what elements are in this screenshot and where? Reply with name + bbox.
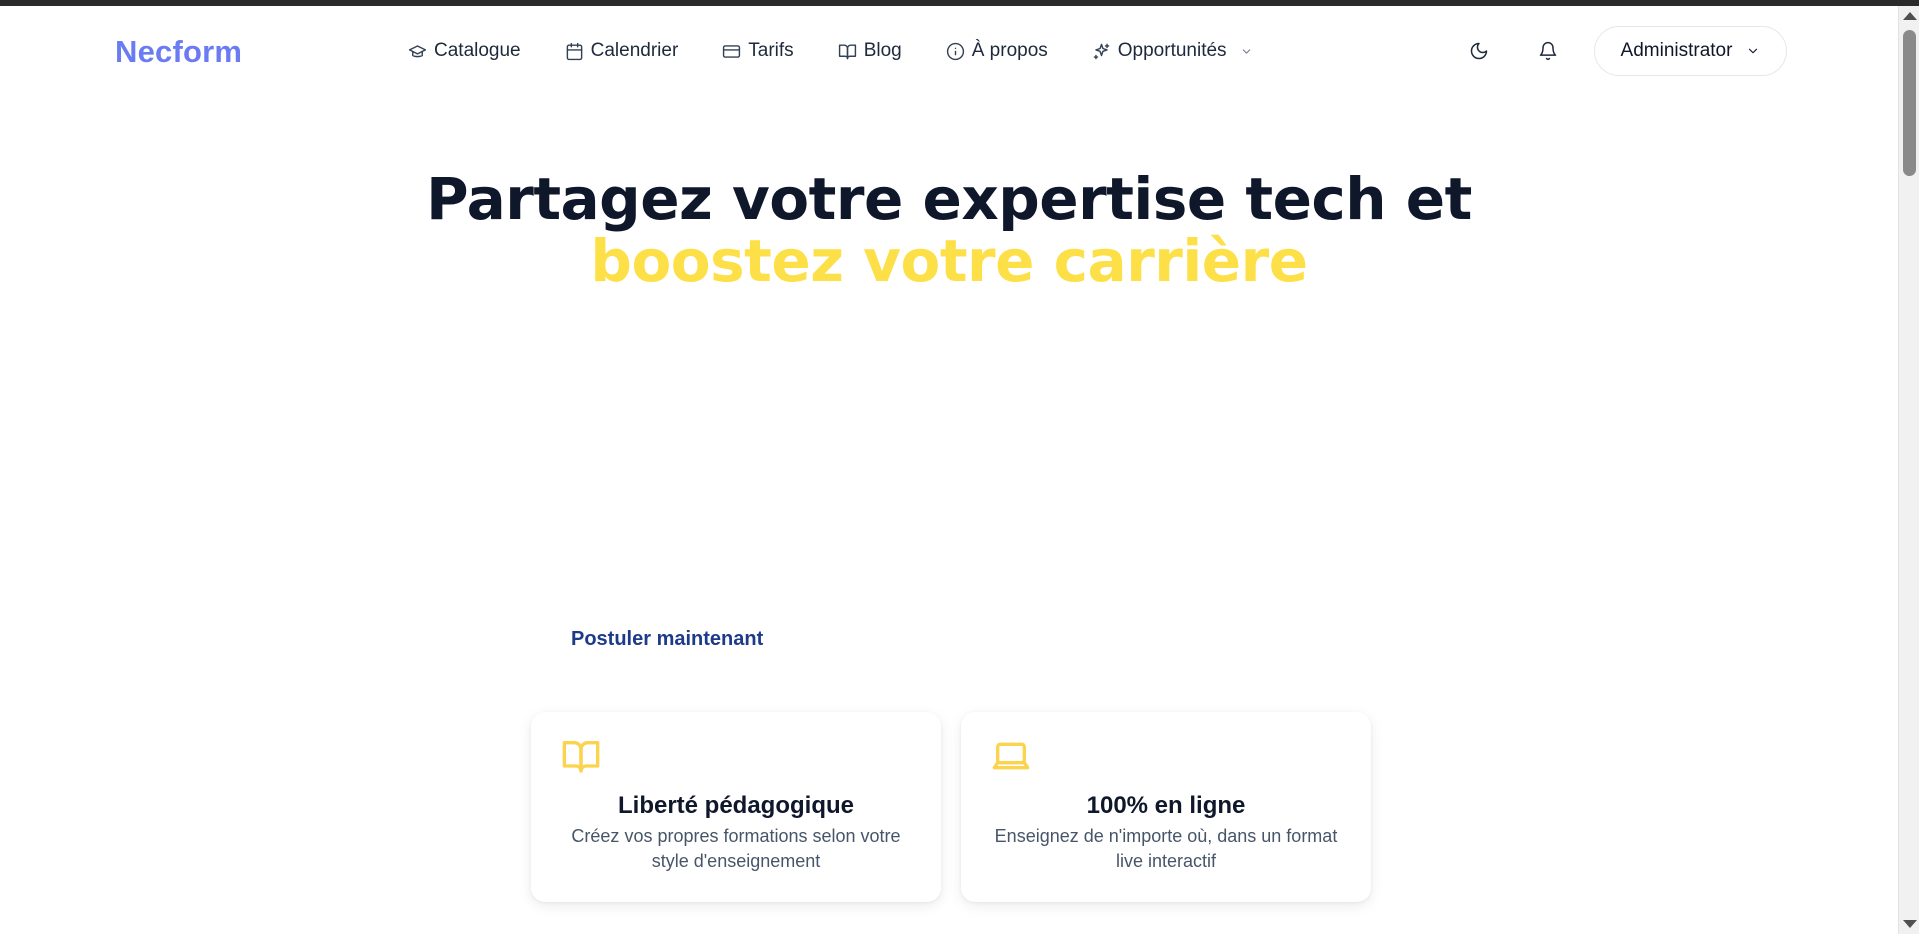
moon-icon xyxy=(1470,42,1488,60)
scrollbar-thumb[interactable] xyxy=(1903,30,1916,176)
nav-item-opportunites[interactable]: Opportunités xyxy=(1092,40,1253,62)
feature-card-pedagogique: Liberté pédagogique Créez vos propres fo… xyxy=(531,712,941,902)
hero-title: Partagez votre expertise tech et boostez… xyxy=(0,168,1898,292)
chevron-down-icon xyxy=(1749,48,1758,54)
chevron-down-icon xyxy=(1242,48,1250,54)
calendar-icon xyxy=(566,42,582,60)
laptop-icon xyxy=(991,736,1031,776)
nav-item-label: Catalogue xyxy=(434,40,521,61)
page-scrollbar[interactable] xyxy=(1898,6,1919,934)
nav-item-label: Blog xyxy=(863,40,902,61)
nav-item-label: Calendrier xyxy=(590,40,679,61)
user-menu-button[interactable]: Administrator xyxy=(1594,26,1787,76)
nav-item-label: Opportunités xyxy=(1117,40,1227,61)
graduation-cap-icon xyxy=(408,44,427,57)
notifications-button[interactable] xyxy=(1533,36,1563,66)
nav-item-label: Tarifs xyxy=(748,40,794,61)
nav-item-calendrier[interactable]: Calendrier xyxy=(565,40,679,62)
bell-icon xyxy=(1539,41,1557,61)
user-menu-label: Administrator xyxy=(1620,40,1733,61)
sparkles-icon xyxy=(1093,43,1110,59)
feature-description: Enseignez de n'importe où, dans un forma… xyxy=(994,826,1338,871)
hero-title-line1: Partagez votre expertise tech et xyxy=(426,165,1472,233)
apply-now-link[interactable]: Postuler maintenant xyxy=(571,628,763,651)
scroll-down-arrow-icon[interactable] xyxy=(1903,920,1917,928)
feature-title: Liberté pédagogique xyxy=(617,792,854,819)
feature-title: 100% en ligne xyxy=(1086,792,1246,819)
nav-item-tarifs[interactable]: Tarifs xyxy=(722,40,794,62)
navbar: Necform Catalogue Calendrier Tarifs Blog… xyxy=(0,6,1898,96)
main-nav: Catalogue Calendrier Tarifs Blog À propo… xyxy=(408,6,1253,96)
nav-item-label: À propos xyxy=(971,40,1048,61)
nav-item-blog[interactable]: Blog xyxy=(838,40,902,62)
feature-description: Créez vos propres formations selon votre… xyxy=(571,826,901,871)
logo[interactable]: Necform xyxy=(115,34,242,70)
feature-card-en-ligne: 100% en ligne Enseignez de n'importe où,… xyxy=(961,712,1371,902)
book-open-icon xyxy=(561,736,601,776)
credit-card-icon xyxy=(723,44,741,58)
nav-item-catalogue[interactable]: Catalogue xyxy=(408,40,521,62)
nav-item-a-propos[interactable]: À propos xyxy=(946,40,1048,62)
theme-toggle-button[interactable] xyxy=(1464,36,1494,66)
info-icon xyxy=(946,42,964,60)
scroll-up-arrow-icon[interactable] xyxy=(1903,12,1917,20)
book-open-icon xyxy=(838,43,856,59)
hero-title-highlight: boostez votre carrière xyxy=(590,227,1308,295)
